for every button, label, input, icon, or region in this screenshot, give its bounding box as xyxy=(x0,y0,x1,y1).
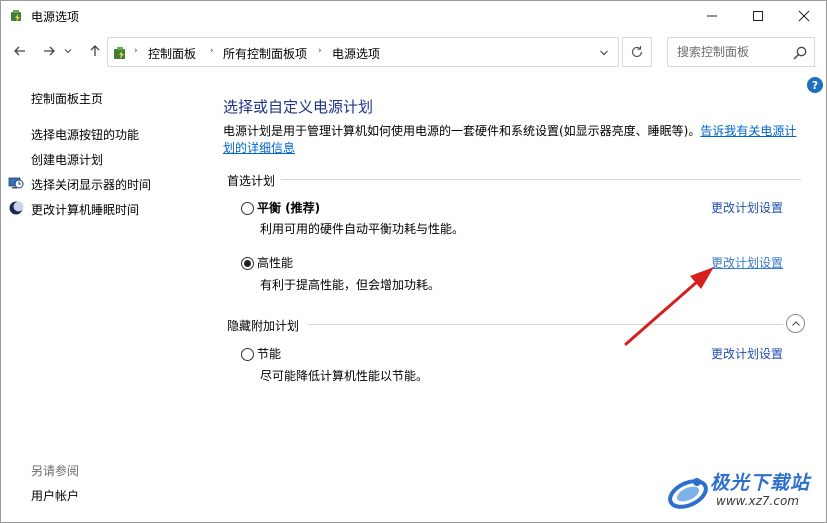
power-options-window: 电源选项 › 控制面板 › 所有控制面板项 › 电源选项 搜索控制面板 ? 控制… xyxy=(0,0,827,523)
chevron-up-icon xyxy=(791,320,800,326)
refresh-icon xyxy=(631,46,643,58)
section-divider xyxy=(307,324,783,325)
breadcrumb-all-items[interactable]: 所有控制面板项 xyxy=(223,45,307,62)
balanced-plan-radio[interactable] xyxy=(241,202,254,215)
watermark-logo-icon xyxy=(668,478,708,509)
breadcrumb-separator: › xyxy=(134,46,138,56)
collapse-hidden-plans-button[interactable] xyxy=(786,314,805,333)
hidden-plans-heading: 隐藏附加计划 xyxy=(227,319,300,333)
monitor-clock-icon xyxy=(8,177,24,189)
chevron-down-icon xyxy=(600,50,608,56)
section-divider xyxy=(281,179,801,180)
close-button[interactable] xyxy=(781,1,827,31)
breadcrumb-separator: › xyxy=(318,46,322,56)
power-saver-plan-radio[interactable] xyxy=(241,348,254,361)
title-bar: 电源选项 xyxy=(1,1,826,31)
sidebar-item-display-off[interactable]: 选择关闭显示器的时间 xyxy=(31,176,151,193)
watermark-url: www.xz7.com xyxy=(716,494,799,508)
page-title: 选择或自定义电源计划 xyxy=(223,98,374,116)
plan-description-text: 电源计划是用于管理计算机如何使用电源的一套硬件和系统设置(如显示器亮度、睡眠等)… xyxy=(223,123,803,157)
power-saver-plan-description: 尽可能降低计算机性能以节能。 xyxy=(260,369,429,383)
balanced-plan-name[interactable]: 平衡 (推荐) xyxy=(257,199,320,216)
balanced-plan-description: 利用可用的硬件自动平衡功耗与性能。 xyxy=(260,222,465,236)
power-options-icon xyxy=(11,10,21,22)
back-button[interactable] xyxy=(10,41,30,61)
breadcrumb-separator: › xyxy=(210,46,214,56)
refresh-button[interactable] xyxy=(622,37,652,67)
help-icon[interactable]: ? xyxy=(807,77,823,93)
arrow-up-icon xyxy=(90,45,100,56)
user-accounts-link[interactable]: 用户帐户 xyxy=(31,487,79,504)
arrow-right-icon xyxy=(44,46,55,56)
arrow-left-icon xyxy=(14,46,25,56)
high-performance-plan-description: 有利于提高性能，但会增加功耗。 xyxy=(260,278,441,292)
power-saver-plan-name[interactable]: 节能 xyxy=(257,345,281,362)
sidebar-item-sleep-time[interactable]: 更改计算机睡眠时间 xyxy=(31,201,139,218)
sidebar-item-control-panel-home[interactable]: 控制面板主页 xyxy=(31,90,103,107)
recent-locations-button[interactable] xyxy=(61,41,75,61)
search-input[interactable] xyxy=(668,38,788,66)
moon-icon xyxy=(9,201,24,215)
sidebar-item-create-plan[interactable]: 创建电源计划 xyxy=(31,151,103,168)
maximize-button[interactable] xyxy=(735,1,781,31)
forward-button[interactable] xyxy=(39,41,59,61)
preferred-plans-heading: 首选计划 xyxy=(227,174,276,188)
search-icon[interactable] xyxy=(792,45,808,61)
chevron-down-icon xyxy=(64,49,72,54)
window-title: 电源选项 xyxy=(31,10,80,24)
minimize-icon xyxy=(707,15,717,17)
balanced-change-settings-link[interactable]: 更改计划设置 xyxy=(711,199,783,216)
breadcrumb-power-options[interactable]: 电源选项 xyxy=(332,45,380,62)
high-performance-plan-radio[interactable] xyxy=(241,257,254,270)
description-text: 电源计划是用于管理计算机如何使用电源的一套硬件和系统设置(如显示器亮度、睡眠等)… xyxy=(223,124,701,138)
see-also-heading: 另请参阅 xyxy=(31,464,80,478)
control-panel-icon xyxy=(114,47,125,59)
maximize-icon xyxy=(753,11,763,21)
watermark: 极光下载站 www.xz7.com xyxy=(664,466,824,518)
address-dropdown-button[interactable] xyxy=(596,45,612,61)
breadcrumb-control-panel[interactable]: 控制面板 xyxy=(148,45,196,62)
close-icon xyxy=(798,10,810,22)
power-saver-change-settings-link[interactable]: 更改计划设置 xyxy=(711,345,783,362)
minimize-button[interactable] xyxy=(689,1,735,31)
navigation-bar: › 控制面板 › 所有控制面板项 › 电源选项 xyxy=(1,33,826,71)
watermark-text: 极光下载站 xyxy=(710,472,811,494)
address-bar[interactable]: › 控制面板 › 所有控制面板项 › 电源选项 xyxy=(107,37,619,67)
up-button[interactable] xyxy=(85,41,105,61)
sidebar-item-power-button[interactable]: 选择电源按钮的功能 xyxy=(31,126,139,143)
search-box[interactable] xyxy=(667,37,815,67)
high-performance-change-settings-link[interactable]: 更改计划设置 xyxy=(711,254,783,271)
high-performance-plan-name[interactable]: 高性能 xyxy=(257,254,293,271)
